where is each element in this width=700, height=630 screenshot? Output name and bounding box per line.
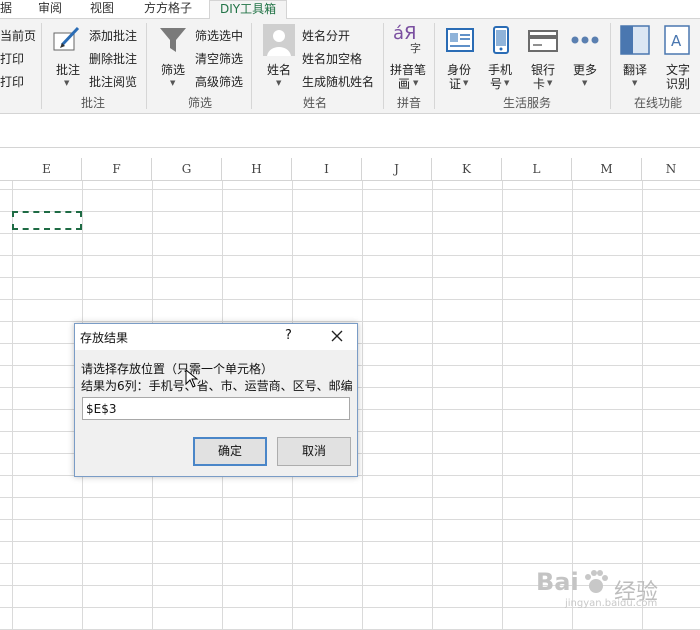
baidu-logo: Bai bbox=[536, 568, 579, 596]
column-header-h[interactable]: H bbox=[222, 158, 292, 180]
advanced-filter-button[interactable]: 高级筛选 bbox=[195, 73, 243, 90]
view-comments-button[interactable]: 批注阅览 bbox=[89, 73, 137, 90]
copied-cell-marquee bbox=[12, 211, 82, 230]
delete-comment-button[interactable]: 删除批注 bbox=[89, 50, 137, 67]
split-name-button[interactable]: 姓名分开 bbox=[302, 27, 350, 44]
column-header-l[interactable]: L bbox=[502, 158, 572, 180]
column-header-row: E F G H I J K L M N bbox=[0, 158, 700, 181]
cell-reference-input[interactable] bbox=[82, 397, 350, 420]
save-result-dialog: 存放结果 ? 请选择存放位置（只需一个单元格） 结果为6列：手机号、省、市、运营… bbox=[74, 323, 358, 477]
cancel-button[interactable]: 取消 bbox=[277, 437, 351, 466]
group-separator bbox=[434, 23, 435, 109]
translate-label: 翻译 bbox=[623, 63, 648, 77]
mouse-cursor-icon bbox=[185, 369, 199, 388]
group-label-name: 姓名 bbox=[302, 96, 327, 110]
column-header-j[interactable]: J bbox=[362, 158, 432, 180]
translate-icon bbox=[620, 25, 650, 55]
print-item-1[interactable]: 打印 bbox=[0, 50, 24, 67]
chevron-down-icon: ▼ bbox=[547, 79, 553, 87]
paw-icon bbox=[585, 570, 608, 593]
dialog-title: 存放结果 bbox=[80, 331, 129, 345]
random-name-button[interactable]: 生成随机姓名 bbox=[302, 73, 374, 90]
ribbon-tabs: 据 审阅 视图 方方格子 DIY工具箱 bbox=[0, 0, 700, 20]
more-label: 更多 bbox=[573, 63, 598, 77]
group-label-online: 在线功能 bbox=[633, 96, 682, 110]
column-header-i[interactable]: I bbox=[292, 158, 362, 180]
group-label-filter: 筛选 bbox=[187, 96, 212, 110]
funnel-icon bbox=[160, 28, 186, 52]
group-separator bbox=[610, 23, 611, 109]
column-header-k[interactable]: K bbox=[432, 158, 502, 180]
column-header-g[interactable]: G bbox=[152, 158, 222, 180]
chevron-down-icon: ▼ bbox=[504, 79, 510, 87]
id-card-label-2: 证 bbox=[449, 77, 462, 91]
name-add-space-button[interactable]: 姓名加空格 bbox=[302, 50, 362, 67]
close-icon[interactable] bbox=[325, 325, 349, 347]
chevron-down-icon: ▼ bbox=[632, 79, 638, 87]
add-comment-button[interactable]: 添加批注 bbox=[89, 27, 137, 44]
dialog-titlebar[interactable]: 存放结果 ? bbox=[75, 324, 357, 350]
name-label: 姓名 bbox=[267, 63, 292, 77]
mobile-phone-icon bbox=[493, 26, 509, 54]
group-separator bbox=[146, 23, 147, 109]
dialog-result-note: 结果为6列：手机号、省、市、运营商、区号、邮编 bbox=[81, 379, 353, 393]
svg-text:A: A bbox=[671, 32, 682, 50]
formula-bar[interactable] bbox=[0, 114, 700, 148]
watermark-url: jingyan.baidu.com bbox=[565, 598, 658, 609]
filter-selected-button[interactable]: 筛选选中 bbox=[195, 27, 243, 44]
chevron-down-icon: ▼ bbox=[64, 79, 70, 87]
group-label-comment: 批注 bbox=[80, 96, 105, 110]
help-button[interactable]: ? bbox=[285, 328, 292, 343]
more-dots-icon bbox=[571, 36, 599, 44]
tab-data[interactable]: 据 bbox=[0, 0, 12, 18]
phone-label-2: 号 bbox=[490, 77, 503, 91]
ok-button[interactable]: 确定 bbox=[193, 437, 267, 466]
group-label-pinyin: 拼音 bbox=[396, 96, 421, 110]
group-separator bbox=[41, 23, 42, 109]
filter-label: 筛选 bbox=[161, 63, 186, 77]
group-separator bbox=[251, 23, 252, 109]
bank-card-icon bbox=[528, 30, 558, 52]
chevron-down-icon: ▼ bbox=[413, 79, 419, 87]
ocr-label-2: 识别 bbox=[666, 77, 691, 91]
clear-filter-button[interactable]: 清空筛选 bbox=[195, 50, 243, 67]
tab-review[interactable]: 审阅 bbox=[38, 0, 62, 18]
print-item-2[interactable]: 打印 bbox=[0, 73, 24, 90]
column-header-f[interactable]: F bbox=[82, 158, 152, 180]
tab-fangfanggezi[interactable]: 方方格子 bbox=[144, 0, 192, 18]
group-label-life: 生活服务 bbox=[502, 96, 551, 110]
tab-view[interactable]: 视图 bbox=[90, 0, 114, 18]
group-separator bbox=[383, 23, 384, 109]
chevron-down-icon: ▼ bbox=[463, 79, 469, 87]
chevron-down-icon: ▼ bbox=[276, 79, 282, 87]
column-header-e[interactable]: E bbox=[12, 158, 82, 180]
comment-label: 批注 bbox=[56, 63, 81, 77]
bank-card-label-2: 卡 bbox=[533, 77, 546, 91]
text-recognition-icon: A bbox=[664, 25, 690, 55]
column-header-n[interactable]: N bbox=[642, 158, 700, 180]
print-current-page[interactable]: 当前页 bbox=[0, 27, 36, 44]
chevron-down-icon: ▼ bbox=[170, 79, 176, 87]
pinyin-icon-char: 字 bbox=[410, 42, 421, 55]
ribbon: 当前页 打印 打印 批注 ▼ 添加批注 删除批注 批注阅览 批注 筛选 ▼ 筛选… bbox=[0, 19, 700, 114]
person-icon bbox=[263, 24, 295, 56]
dialog-instruction: 请选择存放位置（只需一个单元格） bbox=[81, 362, 274, 376]
chevron-down-icon: ▼ bbox=[582, 79, 588, 87]
tab-diy-toolbox[interactable]: DIY工具箱 bbox=[209, 0, 288, 20]
column-header-m[interactable]: M bbox=[572, 158, 642, 180]
pinyin-label-2: 画 bbox=[398, 77, 411, 91]
id-card-icon bbox=[446, 28, 474, 52]
